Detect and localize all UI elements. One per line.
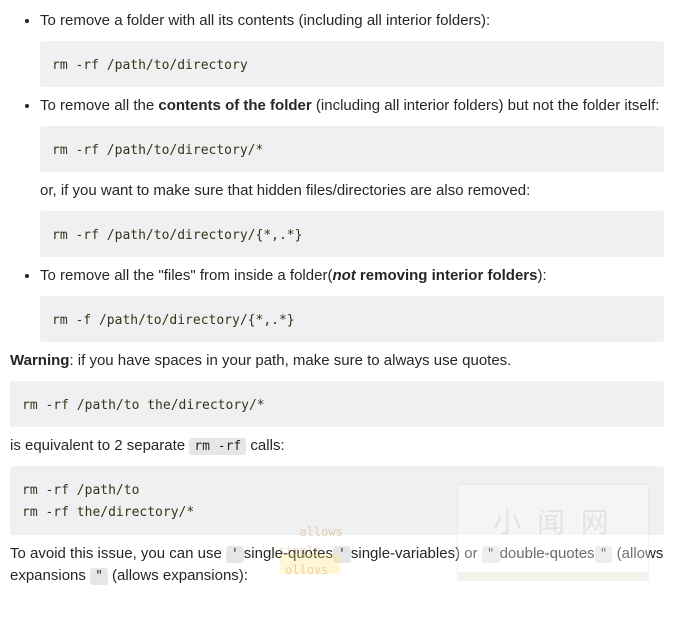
- avoid-text: single-quotes: [244, 545, 333, 562]
- watermark-strip: [458, 572, 648, 580]
- equiv-pre: is equivalent to 2 separate: [10, 437, 189, 454]
- list-item: To remove all the "files" from inside a …: [40, 265, 664, 342]
- bold-text: removing interior folders: [356, 267, 538, 284]
- instruction-list: To remove a folder with all its contents…: [10, 10, 664, 342]
- equiv-post: calls:: [246, 437, 284, 454]
- watermark-logo-text: 小 闻 网: [493, 502, 613, 544]
- code-content: rm -rf /path/to the/directory/*: [22, 398, 265, 413]
- list-item: To remove all the contents of the folder…: [40, 95, 664, 257]
- code-content: rm -rf /path/to/directory/{*,.*}: [52, 228, 302, 243]
- inline-code: ": [90, 568, 108, 585]
- item-text: or, if you want to make sure that hidden…: [40, 180, 664, 203]
- watermark-sub: XWENW.COM: [516, 548, 590, 563]
- code-block: rm -rf /path/to/directory/*: [40, 126, 664, 173]
- code-content: rm -rf /path/to/directory/*: [52, 143, 263, 158]
- inline-code: ': [333, 546, 351, 563]
- code-content: rm -rf /path/to rm -rf the/directory/*: [22, 483, 194, 521]
- item-text: ):: [537, 267, 546, 284]
- code-block: rm -rf /path/to/directory/{*,.*}: [40, 211, 664, 258]
- avoid-text: To avoid this issue, you can use: [10, 545, 226, 562]
- warning-label: Warning: [10, 352, 69, 369]
- list-item: To remove a folder with all its contents…: [40, 10, 664, 87]
- warning-text: : if you have spaces in your path, make …: [69, 352, 511, 369]
- code-block: rm -rf /path/to the/directory/*: [10, 381, 664, 428]
- watermark-logo: 小 闻 网 XWENW.COM: [457, 484, 649, 581]
- item-text: To remove all the "files" from inside a …: [40, 267, 332, 284]
- code-content: rm -rf /path/to/directory: [52, 58, 248, 73]
- avoid-text: (allows expansions):: [108, 567, 248, 584]
- equiv-para: is equivalent to 2 separate rm -rf calls…: [10, 435, 664, 458]
- item-text: To remove a folder with all its contents…: [40, 12, 490, 29]
- item-text: (including all interior folders) but not…: [312, 97, 660, 114]
- inline-code: rm -rf: [189, 438, 246, 455]
- item-text: To remove all the: [40, 97, 158, 114]
- em-bold-text: not: [332, 267, 355, 284]
- bold-text: contents of the folder: [158, 97, 311, 114]
- code-block: rm -rf /path/to/directory: [40, 41, 664, 88]
- code-content: rm -f /path/to/directory/{*,.*}: [52, 313, 295, 328]
- warning-para: Warning: if you have spaces in your path…: [10, 350, 664, 373]
- inline-code: ': [226, 546, 244, 563]
- code-block: rm -f /path/to/directory/{*,.*}: [40, 296, 664, 343]
